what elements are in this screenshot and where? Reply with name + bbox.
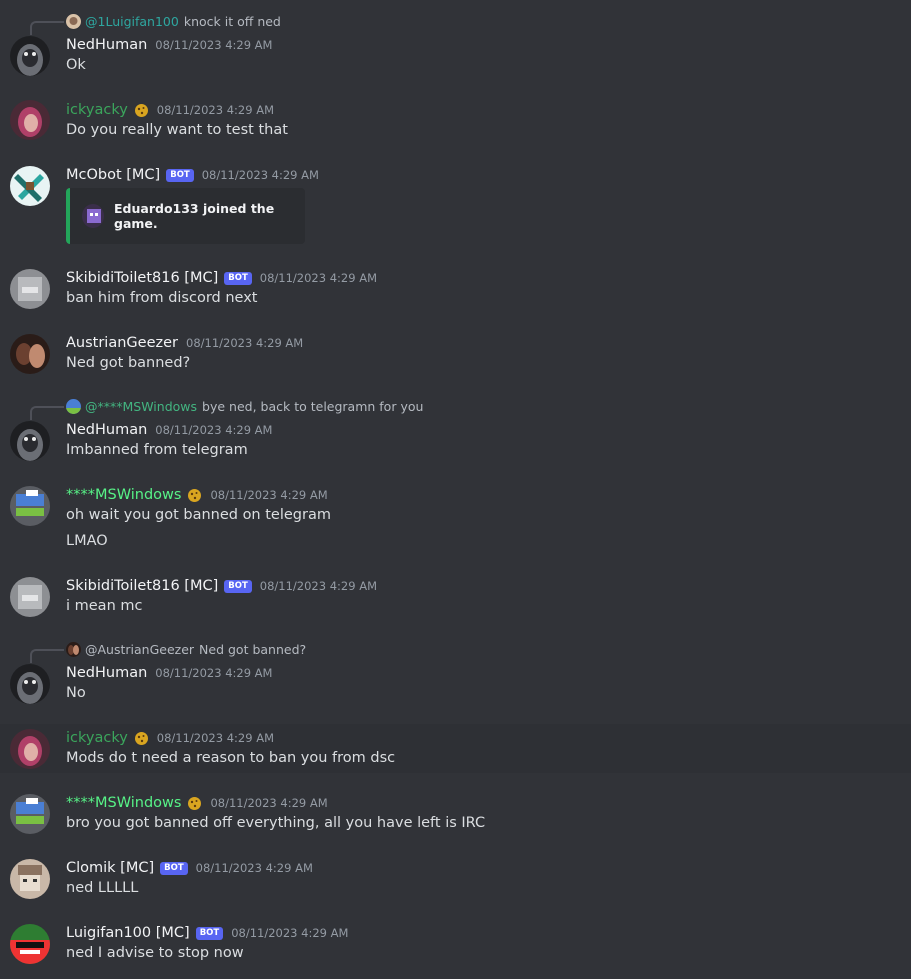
reply-spine: [30, 21, 64, 35]
message-text: No: [66, 685, 86, 701]
timestamp[interactable]: 08/11/2023 4:29 AM: [155, 423, 272, 437]
message-header: NedHuman 08/11/2023 4:29 AM: [66, 419, 272, 441]
avatar[interactable]: [10, 421, 50, 461]
avatar[interactable]: [10, 664, 50, 704]
reply-text: knock it off ned: [183, 13, 281, 29]
username[interactable]: ****MSWindows: [66, 795, 181, 811]
message-header: Luigifan100 [MC] BOT 08/11/2023 4:29 AM: [66, 922, 348, 944]
timestamp[interactable]: 08/11/2023 4:29 AM: [202, 168, 319, 182]
timestamp[interactable]: 08/11/2023 4:29 AM: [196, 861, 313, 875]
username[interactable]: AustrianGeezer: [66, 335, 178, 351]
embed: Eduardo133 joined the game.: [66, 188, 305, 244]
username[interactable]: Luigifan100 [MC]: [66, 925, 190, 941]
timestamp[interactable]: 08/11/2023 4:29 AM: [155, 38, 272, 52]
message-header: Clomik [MC] BOT 08/11/2023 4:29 AM: [66, 857, 313, 879]
reply-username[interactable]: @AustrianGeezer: [85, 642, 194, 657]
cookie-icon: [134, 731, 149, 746]
message-header: AustrianGeezer 08/11/2023 4:29 AM: [66, 332, 303, 354]
message-text: LMAO: [66, 533, 108, 549]
message-header: ****MSWindows 08/11/2023 4:29 AM: [66, 484, 328, 506]
message-header: SkibidiToilet816 [MC] BOT 08/11/2023 4:2…: [66, 267, 377, 289]
avatar[interactable]: [10, 577, 50, 617]
timestamp[interactable]: 08/11/2023 4:29 AM: [157, 103, 274, 117]
embed-text: Eduardo133 joined the game.: [114, 201, 275, 231]
message-header: ickyacky 08/11/2023 4:29 AM: [66, 99, 274, 121]
message-text: i mean mc: [66, 598, 143, 614]
timestamp[interactable]: 08/11/2023 4:29 AM: [260, 579, 377, 593]
avatar[interactable]: [10, 100, 50, 140]
bot-badge: BOT: [224, 579, 252, 593]
reply-preview[interactable]: @****MSWindows bye ned, back to telegram…: [66, 397, 423, 415]
avatar[interactable]: [10, 859, 50, 899]
reply-text: bye ned, back to telegramn for you: [202, 398, 424, 414]
reply-username[interactable]: @1Luigifan100: [85, 14, 179, 29]
reply-spine: [30, 406, 64, 420]
bot-badge: BOT: [224, 271, 252, 285]
username[interactable]: Clomik [MC]: [66, 860, 154, 876]
embed-avatar: [82, 204, 105, 228]
reply-spine: [30, 649, 64, 663]
reply-text: Ned got banned?: [199, 641, 307, 657]
bot-badge: BOT: [160, 861, 188, 875]
message-text: ned I advise to stop now: [66, 945, 244, 961]
bot-badge: BOT: [195, 926, 224, 940]
reply-username[interactable]: @****MSWindows: [85, 399, 197, 414]
reply-avatar: [66, 641, 81, 657]
avatar[interactable]: [10, 166, 50, 206]
timestamp[interactable]: 08/11/2023 4:29 AM: [210, 796, 327, 810]
username[interactable]: SkibidiToilet816 [MC]: [66, 578, 218, 594]
reply-avatar: [66, 398, 81, 414]
message-text: oh wait you got banned on telegram: [66, 507, 331, 523]
avatar[interactable]: [10, 729, 50, 769]
bot-badge: BOT: [166, 168, 194, 182]
timestamp[interactable]: 08/11/2023 4:29 AM: [155, 666, 272, 680]
message-header: NedHuman 08/11/2023 4:29 AM: [66, 34, 272, 56]
message-header: ****MSWindows 08/11/2023 4:29 AM: [66, 792, 328, 814]
username[interactable]: McObot [MC]: [66, 167, 160, 183]
username[interactable]: NedHuman: [66, 422, 147, 438]
reply-avatar: [66, 13, 81, 29]
timestamp[interactable]: 08/11/2023 4:29 AM: [231, 926, 348, 940]
avatar[interactable]: [10, 269, 50, 309]
timestamp[interactable]: 08/11/2023 4:29 AM: [186, 336, 303, 350]
avatar[interactable]: [10, 924, 50, 964]
username[interactable]: ickyacky: [66, 730, 128, 746]
username[interactable]: ****MSWindows: [66, 487, 181, 503]
username[interactable]: NedHuman: [66, 37, 147, 53]
cookie-icon: [134, 103, 149, 118]
timestamp[interactable]: 08/11/2023 4:29 AM: [260, 271, 377, 285]
timestamp[interactable]: 08/11/2023 4:29 AM: [210, 488, 327, 502]
username[interactable]: SkibidiToilet816 [MC]: [66, 270, 218, 286]
avatar[interactable]: [10, 36, 50, 76]
cookie-icon: [187, 796, 202, 811]
username[interactable]: ickyacky: [66, 102, 128, 118]
avatar[interactable]: [10, 794, 50, 834]
timestamp[interactable]: 08/11/2023 4:29 AM: [157, 731, 274, 745]
message-text: Ok: [66, 57, 86, 73]
message-text: Imbanned from telegram: [66, 442, 248, 458]
message-text: Mods do t need a reason to ban you from …: [66, 750, 396, 766]
message-text: ned LLLLL: [66, 880, 139, 896]
avatar[interactable]: [10, 334, 50, 374]
message-header: SkibidiToilet816 [MC] BOT 08/11/2023 4:2…: [66, 575, 377, 597]
message-text: ban him from discord next: [66, 290, 258, 306]
avatar[interactable]: [10, 486, 50, 526]
message-header: NedHuman 08/11/2023 4:29 AM: [66, 662, 272, 684]
message-header: McObot [MC] BOT 08/11/2023 4:29 AM: [66, 164, 319, 186]
reply-preview[interactable]: @1Luigifan100 knock it off ned: [66, 12, 281, 30]
message-header: ickyacky 08/11/2023 4:29 AM: [66, 727, 274, 749]
message-text: bro you got banned off everything, all y…: [66, 815, 486, 831]
cookie-icon: [187, 488, 202, 503]
message-text: Do you really want to test that: [66, 122, 288, 138]
username[interactable]: NedHuman: [66, 665, 147, 681]
message-text: Ned got banned?: [66, 355, 191, 371]
reply-preview[interactable]: @AustrianGeezer Ned got banned?: [66, 640, 306, 658]
